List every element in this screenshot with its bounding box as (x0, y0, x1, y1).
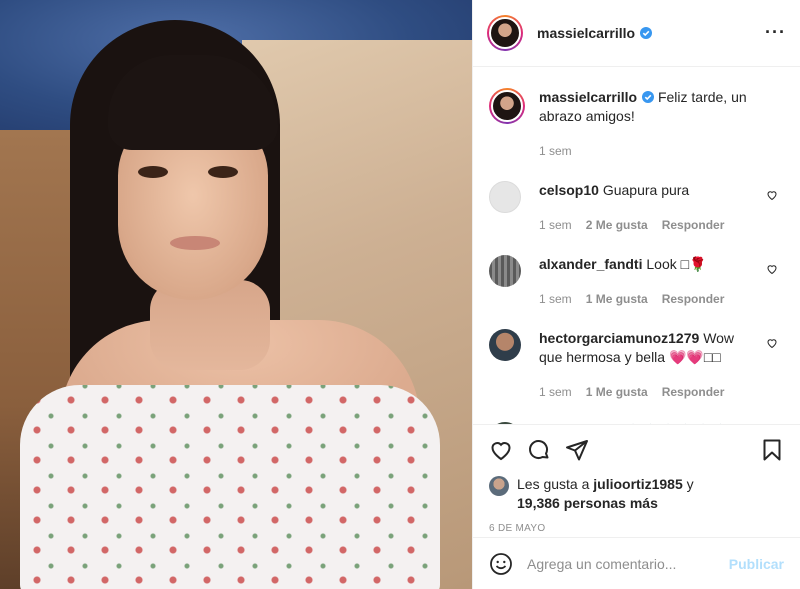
liker-username[interactable]: julioortiz1985 (593, 476, 682, 492)
comment-username[interactable]: celsop10 (539, 182, 599, 198)
comment-bubble-icon[interactable] (527, 438, 551, 462)
comment-time[interactable]: 1 sem (539, 290, 572, 309)
comment-time[interactable]: 1 sem (539, 383, 572, 402)
commenter-avatar[interactable] (489, 255, 521, 287)
photo-eye-left (138, 166, 168, 178)
likes-prefix: Les gusta a (517, 476, 590, 492)
post-photo[interactable] (0, 0, 472, 589)
reply-button[interactable]: Responder (662, 216, 725, 235)
author-username[interactable]: massielcarrillo (537, 25, 653, 41)
like-heart-icon[interactable] (489, 438, 513, 462)
comment-text: Look □🌹 (646, 256, 707, 272)
comment-likes[interactable]: 1 Me gusta (586, 290, 648, 309)
comment-username[interactable]: hectorgarciamunoz1279 (539, 330, 699, 346)
comment-input[interactable] (527, 555, 729, 572)
reply-button[interactable]: Responder (662, 383, 725, 402)
post-actions: Les gusta a julioortiz1985 y 19,386 pers… (473, 424, 800, 534)
comment-time[interactable]: 1 sem (539, 216, 572, 235)
post-caption: massielcarrillo Feliz tarde, un abrazo a… (489, 88, 784, 161)
likes-summary: Les gusta a julioortiz1985 y 19,386 pers… (489, 475, 784, 513)
likes-count[interactable]: 19,386 personas más (517, 495, 658, 511)
photo-eye-right (208, 166, 238, 178)
caption-time[interactable]: 1 sem (539, 142, 572, 161)
photo-floral-dress (20, 385, 440, 589)
commenter-avatar[interactable] (489, 181, 521, 213)
likes-connector: y (686, 476, 694, 492)
post-side-panel: massielcarrillo ··· massielcarrillo Feli… (472, 0, 800, 589)
save-bookmark-icon[interactable] (760, 438, 784, 462)
post-header: massielcarrillo ··· (473, 0, 800, 67)
comments-list[interactable]: massielcarrillo Feliz tarde, un abrazo a… (473, 68, 800, 424)
heart-icon[interactable] (766, 337, 778, 349)
emoji-smiley-icon[interactable] (489, 552, 513, 576)
heart-icon[interactable] (766, 263, 778, 275)
publish-button[interactable]: Publicar (729, 556, 784, 572)
comment-likes[interactable]: 1 Me gusta (586, 383, 648, 402)
comment-username[interactable]: alxander_fandti (539, 256, 642, 272)
post-date[interactable]: 6 DE MAYO (489, 523, 784, 534)
caption-username[interactable]: massielcarrillo (539, 89, 637, 105)
comment-likes[interactable]: 2 Me gusta (586, 216, 648, 235)
comment-item: hectorgarciamunoz1279 Wow que hermosa y … (489, 329, 784, 402)
liker-avatar[interactable] (489, 476, 509, 496)
commenter-avatar[interactable] (489, 329, 521, 361)
share-send-icon[interactable] (565, 438, 589, 462)
comment-item: alxander_fandti Look □🌹 1 sem 1 Me gusta… (489, 255, 784, 309)
add-comment-bar: Publicar (473, 537, 800, 589)
more-options-icon[interactable]: ··· (765, 22, 786, 43)
reply-button[interactable]: Responder (662, 290, 725, 309)
verified-badge-icon (640, 27, 653, 39)
heart-icon[interactable] (766, 189, 778, 201)
comment-text: Guapura pura (602, 182, 690, 198)
caption-avatar[interactable] (489, 88, 525, 124)
comment-item: celsop10 Guapura pura 1 sem 2 Me gusta R… (489, 181, 784, 235)
verified-badge-icon (642, 91, 655, 103)
photo-lips (170, 236, 220, 250)
author-avatar[interactable] (487, 15, 523, 51)
